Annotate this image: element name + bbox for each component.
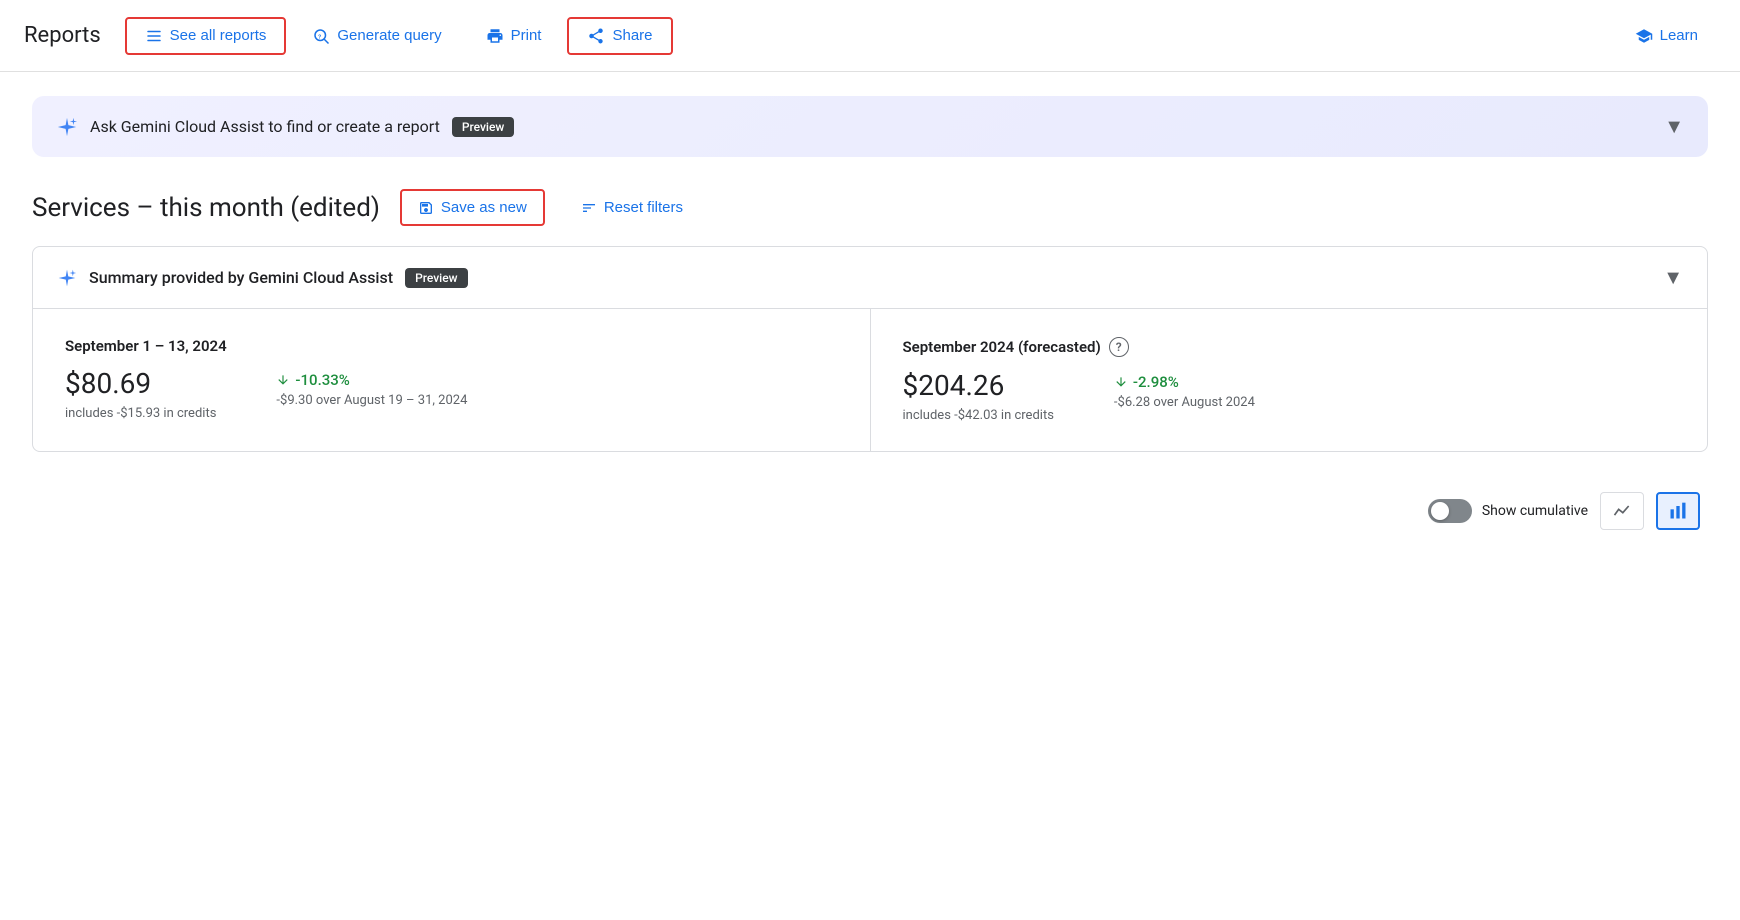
bar-chart-icon (1668, 501, 1688, 521)
summary-col-1: September 1 – 13, 2024 $80.69 includes -… (33, 309, 870, 451)
summary-card: Summary provided by Gemini Cloud Assist … (32, 246, 1708, 452)
col2-change: -2.98% (1114, 373, 1255, 391)
header: Reports See all reports ? Generate query… (0, 0, 1740, 72)
search-icon: ? (312, 27, 330, 45)
report-title: Services – this month (edited) (32, 193, 380, 223)
gemini-banner[interactable]: Ask Gemini Cloud Assist to find or creat… (32, 96, 1708, 157)
gemini-banner-chevron: ▼ (1664, 114, 1684, 139)
line-chart-icon (1612, 501, 1632, 521)
print-button[interactable]: Print (468, 19, 560, 53)
save-icon (418, 200, 434, 216)
col2-period: September 2024 (forecasted) ? (903, 337, 1676, 357)
toggle-knob (1431, 502, 1449, 520)
see-all-reports-button[interactable]: See all reports (125, 17, 287, 55)
share-button[interactable]: Share (567, 17, 672, 55)
gemini-banner-content: Ask Gemini Cloud Assist to find or creat… (56, 116, 514, 138)
summary-card-chevron: ▼ (1663, 265, 1683, 290)
col1-arrow-icon (276, 373, 290, 387)
col1-period: September 1 – 13, 2024 (65, 337, 838, 355)
gemini-summary-icon (57, 268, 77, 288)
summary-preview-badge: Preview (405, 268, 468, 288)
col1-change-detail: -$9.30 over August 19 – 31, 2024 (276, 393, 467, 408)
col1-change: -10.33% (276, 371, 467, 389)
col1-credits: includes -$15.93 in credits (65, 406, 216, 421)
learn-icon (1635, 27, 1653, 45)
summary-card-header-left: Summary provided by Gemini Cloud Assist … (57, 268, 468, 288)
report-header: Services – this month (edited) Save as n… (32, 189, 1708, 226)
col2-change-detail: -$6.28 over August 2024 (1114, 395, 1255, 410)
summary-card-body: September 1 – 13, 2024 $80.69 includes -… (33, 309, 1707, 451)
generate-query-button[interactable]: ? Generate query (294, 19, 459, 53)
col2-arrow-icon (1114, 375, 1128, 389)
bar-chart-button[interactable] (1656, 492, 1700, 530)
bottom-toolbar: Show cumulative (32, 476, 1708, 538)
show-cumulative-toggle: Show cumulative (1428, 499, 1588, 523)
svg-text:?: ? (318, 34, 321, 40)
learn-button[interactable]: Learn (1617, 19, 1716, 53)
filter-icon (581, 200, 597, 216)
list-icon (145, 27, 163, 45)
share-icon (587, 27, 605, 45)
summary-col-2: September 2024 (forecasted) ? $204.26 in… (870, 309, 1708, 451)
col2-amount: $204.26 (903, 369, 1054, 402)
col2-credits: includes -$42.03 in credits (903, 408, 1054, 423)
summary-card-header[interactable]: Summary provided by Gemini Cloud Assist … (33, 247, 1707, 309)
gemini-preview-badge: Preview (452, 117, 515, 137)
gemini-icon (56, 116, 78, 138)
main-content: Ask Gemini Cloud Assist to find or creat… (0, 72, 1740, 562)
info-icon[interactable]: ? (1109, 337, 1129, 357)
save-as-new-button[interactable]: Save as new (400, 189, 545, 226)
col1-amount: $80.69 (65, 367, 216, 400)
page-title: Reports (24, 23, 101, 48)
line-chart-button[interactable] (1600, 492, 1644, 530)
print-icon (486, 27, 504, 45)
reset-filters-button[interactable]: Reset filters (565, 191, 699, 224)
cumulative-toggle-switch[interactable] (1428, 499, 1472, 523)
